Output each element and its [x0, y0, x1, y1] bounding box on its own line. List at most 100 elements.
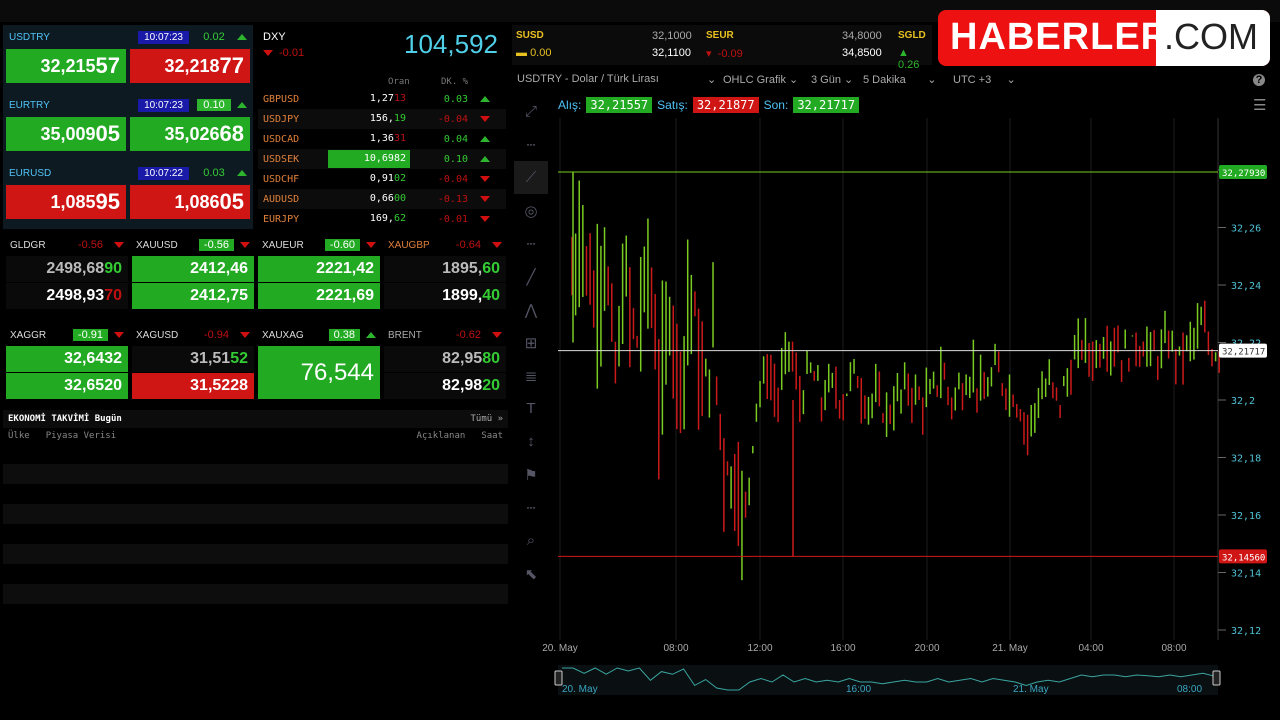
- last-value: 32,21717: [793, 97, 860, 113]
- timezone-select[interactable]: UTC +3 ⌄: [953, 73, 1016, 86]
- metal-price: 76,544: [258, 346, 380, 399]
- col-actual: Açıklanan: [416, 431, 466, 441]
- last-price-line-label: 32,21717: [1222, 348, 1265, 358]
- cross-row[interactable]: EURJPY 169,62 -0.01: [258, 209, 506, 229]
- fx-time: 10:07:23: [138, 30, 189, 44]
- up-arrow-icon: ▲: [898, 47, 909, 59]
- economic-calendar: EKONOMİ TAKVİMİ Bugün Tümü » Ülke Piyasa V…: [3, 410, 508, 604]
- down-arrow-icon: [492, 242, 502, 248]
- interval-select[interactable]: 5 Dakika ⌄: [863, 73, 953, 86]
- cross-row[interactable]: USDJPY 156,19 -0.04: [258, 109, 506, 129]
- zoom-icon[interactable]: ⌕: [514, 524, 548, 557]
- cross-rate: 10,6982: [328, 150, 410, 168]
- trend-icon[interactable]: ⟋: [514, 161, 548, 194]
- ticker-symbol: SUSD: [516, 30, 544, 41]
- help-icon[interactable]: ?: [1253, 74, 1265, 86]
- line-tool-icon[interactable]: ╱: [514, 260, 548, 293]
- text-icon[interactable]: T: [514, 392, 548, 425]
- metal-block-xagusd[interactable]: XAGUSD -0.94 31,51 52 31,5228: [132, 324, 254, 400]
- y-tick-label: 32,14: [1231, 569, 1261, 580]
- cross-row[interactable]: USDCHF 0,9102 -0.04: [258, 169, 506, 189]
- ticker-change: ▬ 0.00: [516, 47, 551, 59]
- quote-bar: Alış: 32,21557 Satış: 32,21877 Son: 32,2…: [558, 97, 860, 113]
- fx-symbol: EURTRY: [9, 99, 50, 111]
- fullscreen-icon[interactable]: ⤢: [514, 95, 548, 128]
- metal-ask: 32,6520: [6, 373, 128, 399]
- dxy-symbol: DXY: [263, 31, 286, 43]
- y-tick-label: 32,18: [1231, 454, 1261, 465]
- ask-label: Satış:: [657, 98, 688, 112]
- cross-row[interactable]: USDCAD 1,3631 0.04: [258, 129, 506, 149]
- y-tick-label: 32,24: [1231, 281, 1261, 292]
- ask-price[interactable]: 35,026 68: [130, 117, 250, 151]
- fx-block-eurusd[interactable]: EURUSD 10:07:22 0.03 1,085 95 1,086 05: [3, 161, 253, 229]
- ticker-ask: 32,1100: [652, 47, 691, 59]
- down-arrow-icon: [240, 332, 250, 338]
- chart-type-select[interactable]: OHLC Grafik ⌄: [723, 73, 811, 86]
- metal-block-xauusd[interactable]: XAUUSD -0.56 2412,46 2412,75: [132, 234, 254, 310]
- metal-block-brent[interactable]: BRENT -0.62 82,95 80 82,98 20: [384, 324, 506, 400]
- metal-block-xauxag[interactable]: XAUXAG 0.38 76,544: [258, 324, 380, 400]
- down-arrow-icon: [480, 215, 490, 222]
- cross-change: 0.04: [443, 133, 468, 145]
- cross-row[interactable]: AUDUSD 0,6600 -0.13: [258, 189, 506, 209]
- metal-block-xaueur[interactable]: XAUEUR -0.60 2221,42 2221,69: [258, 234, 380, 310]
- x-tick-label: 08:00: [1161, 643, 1186, 654]
- low-line-badge: [1219, 549, 1267, 564]
- flag-icon[interactable]: ⚑: [514, 458, 548, 491]
- menu-icon[interactable]: ☰: [1253, 96, 1266, 114]
- bid-price[interactable]: 35,009 05: [6, 117, 126, 151]
- metal-ask: 2221,69: [258, 283, 380, 309]
- navigator-handle[interactable]: [554, 670, 563, 686]
- metal-change: -0.94: [203, 329, 229, 341]
- cross-row[interactable]: USDSEK 10,6982 0.10: [258, 149, 506, 169]
- chevron-down-icon[interactable]: ⌄: [707, 73, 723, 86]
- down-arrow-icon: ▾: [706, 48, 712, 60]
- path-tool-icon[interactable]: ⋀: [514, 293, 548, 326]
- calendar-title: EKONOMİ TAKVİMİ: [8, 414, 90, 424]
- instrument-select[interactable]: USDTRY - Dolar / Türk Lirası: [517, 73, 707, 86]
- ticker-symbol: SGLD: [898, 30, 926, 41]
- low-line-label: 32,14560: [1222, 553, 1265, 563]
- ticker-change: ▾ -0.09: [706, 47, 743, 60]
- measure-icon[interactable]: ↕: [514, 425, 548, 458]
- metal-bid: 2412,46: [132, 256, 254, 282]
- crosshair-icon[interactable]: ⊞: [514, 326, 548, 359]
- fx-block-usdtry[interactable]: USDTRY 10:07:23 0.02 32,215 57 32,218 77: [3, 25, 253, 93]
- down-arrow-icon: [366, 242, 376, 248]
- separator: ┄: [526, 136, 536, 154]
- pointer-icon[interactable]: ⬉: [514, 557, 548, 590]
- cross-row[interactable]: GBPUSD 1,2713 0.03: [258, 89, 506, 109]
- x-tick-label: 20. May: [542, 643, 578, 654]
- ticker-change-value: 0.26: [898, 59, 920, 71]
- metal-change: -0.64: [455, 239, 481, 251]
- ask-price[interactable]: 1,086 05: [130, 185, 250, 219]
- bid-price[interactable]: 1,085 95: [6, 185, 126, 219]
- metal-change: -0.60: [324, 239, 360, 251]
- navigator-label: 21. May: [1013, 684, 1049, 695]
- fibonacci-icon[interactable]: ≣: [514, 359, 548, 392]
- navigator-handle[interactable]: [1212, 670, 1221, 686]
- metal-block-xaugbp[interactable]: XAUGBP -0.64 1895, 60 1899, 40: [384, 234, 506, 310]
- down-arrow-icon: [480, 195, 490, 202]
- metal-block-gldgr[interactable]: GLDGR -0.56 2498,68 90 2498,93 70: [6, 234, 128, 310]
- separator: ┄: [526, 499, 536, 517]
- navigator: [558, 665, 1218, 695]
- metal-bid: 32,6432: [6, 346, 128, 372]
- bid-price[interactable]: 32,215 57: [6, 49, 126, 83]
- fx-block-eurtry[interactable]: EURTRY 10:07:23 0.10 35,009 05 35,026 68: [3, 93, 253, 161]
- metal-block-xaggr[interactable]: XAGGR -0.91 32,6432 32,6520: [6, 324, 128, 400]
- high-line-label: 32,27930: [1222, 169, 1265, 179]
- separator: ┄: [526, 235, 536, 253]
- ask-price[interactable]: 32,218 77: [130, 49, 250, 83]
- metal-symbol: XAGUSD: [136, 329, 179, 341]
- hide-icon[interactable]: ◎: [514, 194, 548, 227]
- cross-rate: 1,2713: [369, 93, 406, 104]
- fx-change: 0.02: [203, 31, 225, 43]
- up-arrow-icon: [237, 170, 247, 176]
- calendar-all-link[interactable]: Tümü »: [470, 414, 503, 424]
- calendar-today[interactable]: Bugün: [95, 414, 122, 424]
- range-select[interactable]: 3 Gün ⌄: [811, 73, 863, 86]
- calendar-row: [3, 464, 508, 484]
- cross-symbol: EURJPY: [263, 213, 300, 225]
